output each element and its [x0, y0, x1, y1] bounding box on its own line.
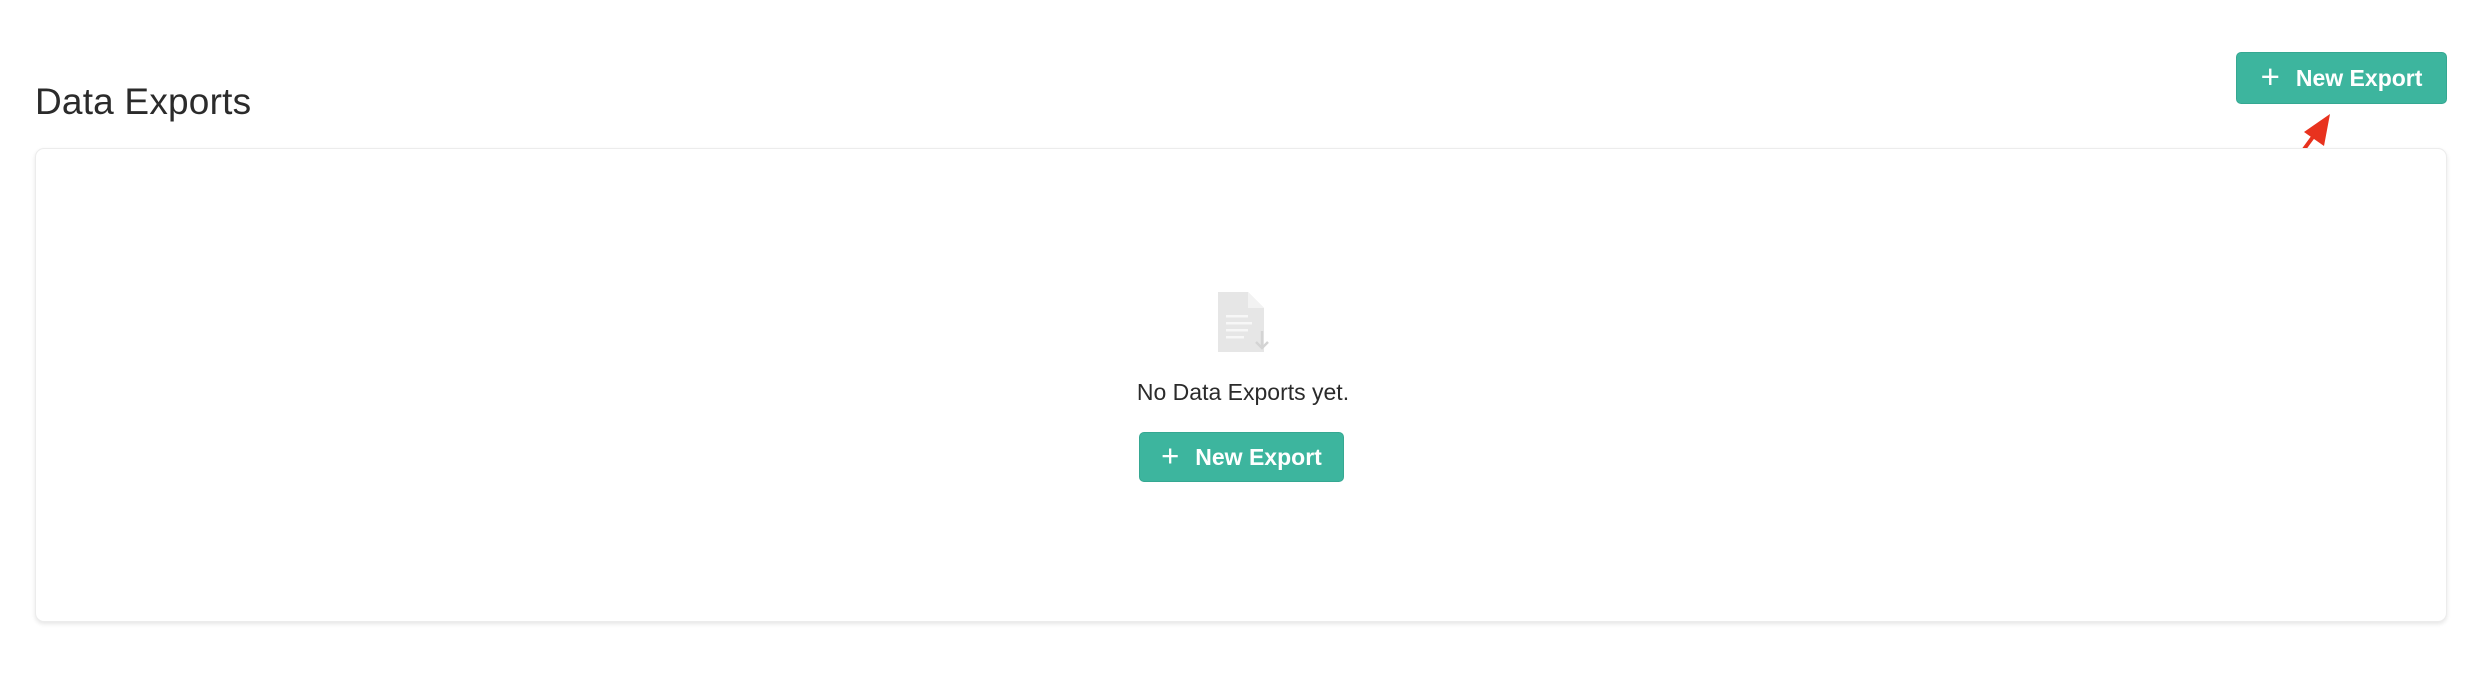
new-export-button-label: New Export [2295, 64, 2423, 91]
plus-icon: + [2260, 57, 2280, 95]
new-export-button-label: New Export [1195, 443, 1322, 470]
document-download-icon [1218, 292, 1269, 352]
data-exports-page: Data Exports + New Export No Data Export… [0, 0, 2486, 676]
new-export-button-empty-state[interactable]: + New Export [1139, 432, 1344, 482]
new-export-button-header[interactable]: + New Export [2236, 52, 2447, 104]
page-title: Data Exports [35, 80, 252, 122]
empty-state-message: No Data Exports yet. [1136, 379, 1350, 405]
plus-icon: + [1161, 437, 1180, 473]
